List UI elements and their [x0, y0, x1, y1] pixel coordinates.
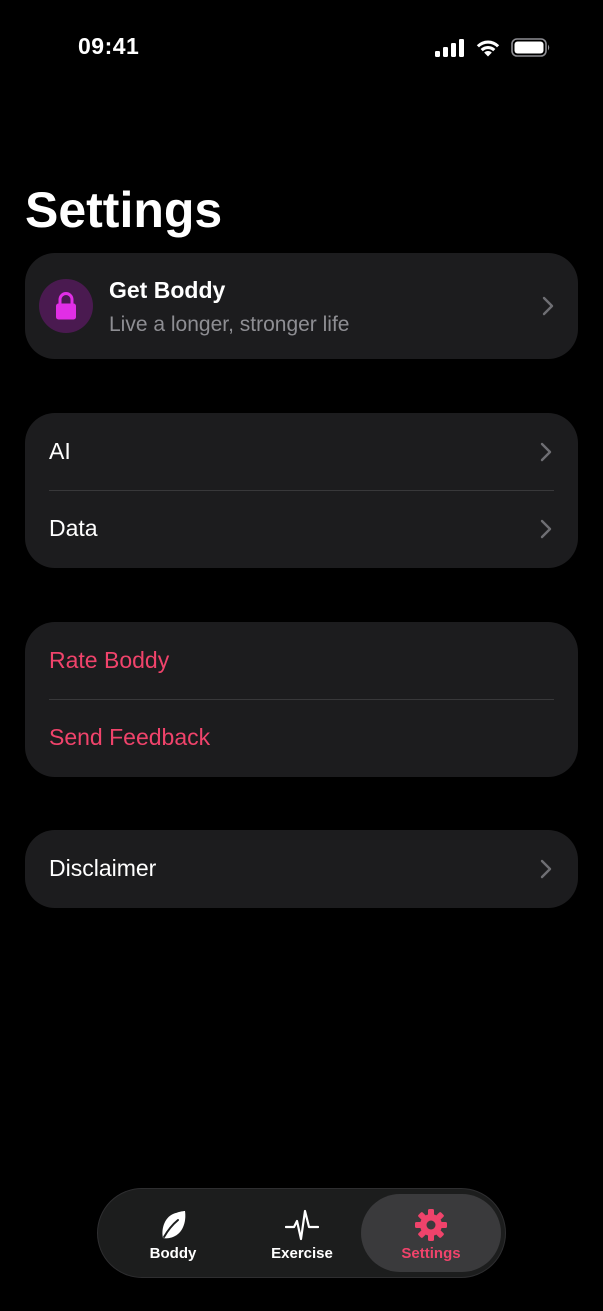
tab-exercise[interactable]: Exercise: [232, 1194, 372, 1272]
send-feedback-label: Send Feedback: [49, 724, 211, 750]
chevron-right-icon: [540, 519, 552, 538]
page-title: Settings: [25, 182, 223, 238]
rate-boddy-label: Rate Boddy: [49, 647, 170, 673]
settings-item-label: AI: [49, 438, 71, 464]
chevron-right-icon: [540, 859, 552, 878]
disclaimer-group-card: Disclaimer: [25, 830, 578, 908]
send-feedback-button[interactable]: Send Feedback: [25, 699, 578, 776]
settings-item-label: Data: [49, 515, 98, 541]
status-bar: 09:41: [0, 0, 603, 100]
lock-icon: [56, 292, 76, 320]
tab-label: Boddy: [149, 1245, 197, 1262]
status-icons: [435, 38, 551, 57]
get-boddy-subtitle: Live a longer, stronger life: [109, 313, 350, 336]
tab-label: Settings: [401, 1245, 461, 1262]
tab-bar: Boddy Exercise Settings: [97, 1188, 506, 1278]
wifi-icon: [476, 40, 500, 57]
rate-boddy-button[interactable]: Rate Boddy: [25, 622, 578, 699]
chevron-right-icon: [542, 296, 554, 316]
heartbeat-icon: [285, 1209, 319, 1241]
get-boddy-title: Get Boddy: [109, 277, 226, 303]
settings-item-disclaimer[interactable]: Disclaimer: [25, 830, 578, 907]
lock-badge: [39, 279, 93, 333]
settings-group-card: AI Data: [25, 413, 578, 568]
feedback-group-card: Rate Boddy Send Feedback: [25, 622, 578, 777]
settings-item-ai[interactable]: AI: [25, 413, 578, 490]
tab-boddy[interactable]: Boddy: [103, 1194, 243, 1272]
gear-icon: [415, 1209, 447, 1241]
chevron-right-icon: [540, 442, 552, 461]
status-time: 09:41: [78, 33, 140, 59]
leaf-icon: [162, 1211, 186, 1239]
battery-icon: [511, 38, 550, 57]
cellular-signal-icon: [435, 38, 464, 57]
disclaimer-label: Disclaimer: [49, 855, 157, 881]
tab-settings[interactable]: Settings: [361, 1194, 501, 1272]
tab-label: Exercise: [271, 1245, 333, 1262]
get-boddy-card[interactable]: Get Boddy Live a longer, stronger life: [25, 253, 578, 359]
get-boddy-row[interactable]: Get Boddy Live a longer, stronger life: [25, 253, 578, 359]
settings-item-data[interactable]: Data: [25, 490, 578, 567]
